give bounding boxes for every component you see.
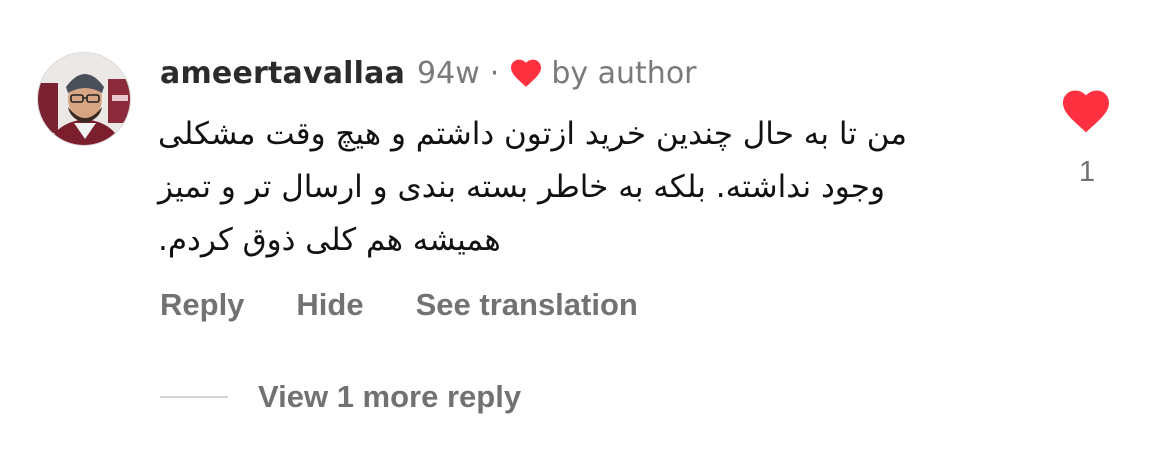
separator-dot: · xyxy=(489,55,500,91)
like-heart-icon[interactable] xyxy=(1060,88,1112,134)
see-translation-button[interactable]: See translation xyxy=(416,287,638,323)
heart-filled-icon xyxy=(509,58,543,88)
like-column: 1 xyxy=(1058,88,1114,189)
reply-button[interactable]: Reply xyxy=(160,287,244,323)
comment-time: 94w xyxy=(417,55,480,91)
comment-actions: Reply Hide See translation xyxy=(160,282,638,328)
comment-header: ameertavallaa 94w · by author xyxy=(160,52,697,94)
replies-divider-line xyxy=(160,396,228,398)
like-count[interactable]: 1 xyxy=(1058,156,1114,189)
avatar-image xyxy=(38,53,130,145)
liked-by-author-label: by author xyxy=(551,55,697,91)
avatar[interactable] xyxy=(37,52,131,146)
view-more-replies-label: View 1 more reply xyxy=(258,379,522,414)
comment-text: من تا به حال چندین خرید ازتون داشتم و هی… xyxy=(158,116,907,258)
view-more-replies-button[interactable]: View 1 more reply xyxy=(160,374,521,420)
hide-button[interactable]: Hide xyxy=(296,287,363,323)
username[interactable]: ameertavallaa xyxy=(160,56,405,91)
